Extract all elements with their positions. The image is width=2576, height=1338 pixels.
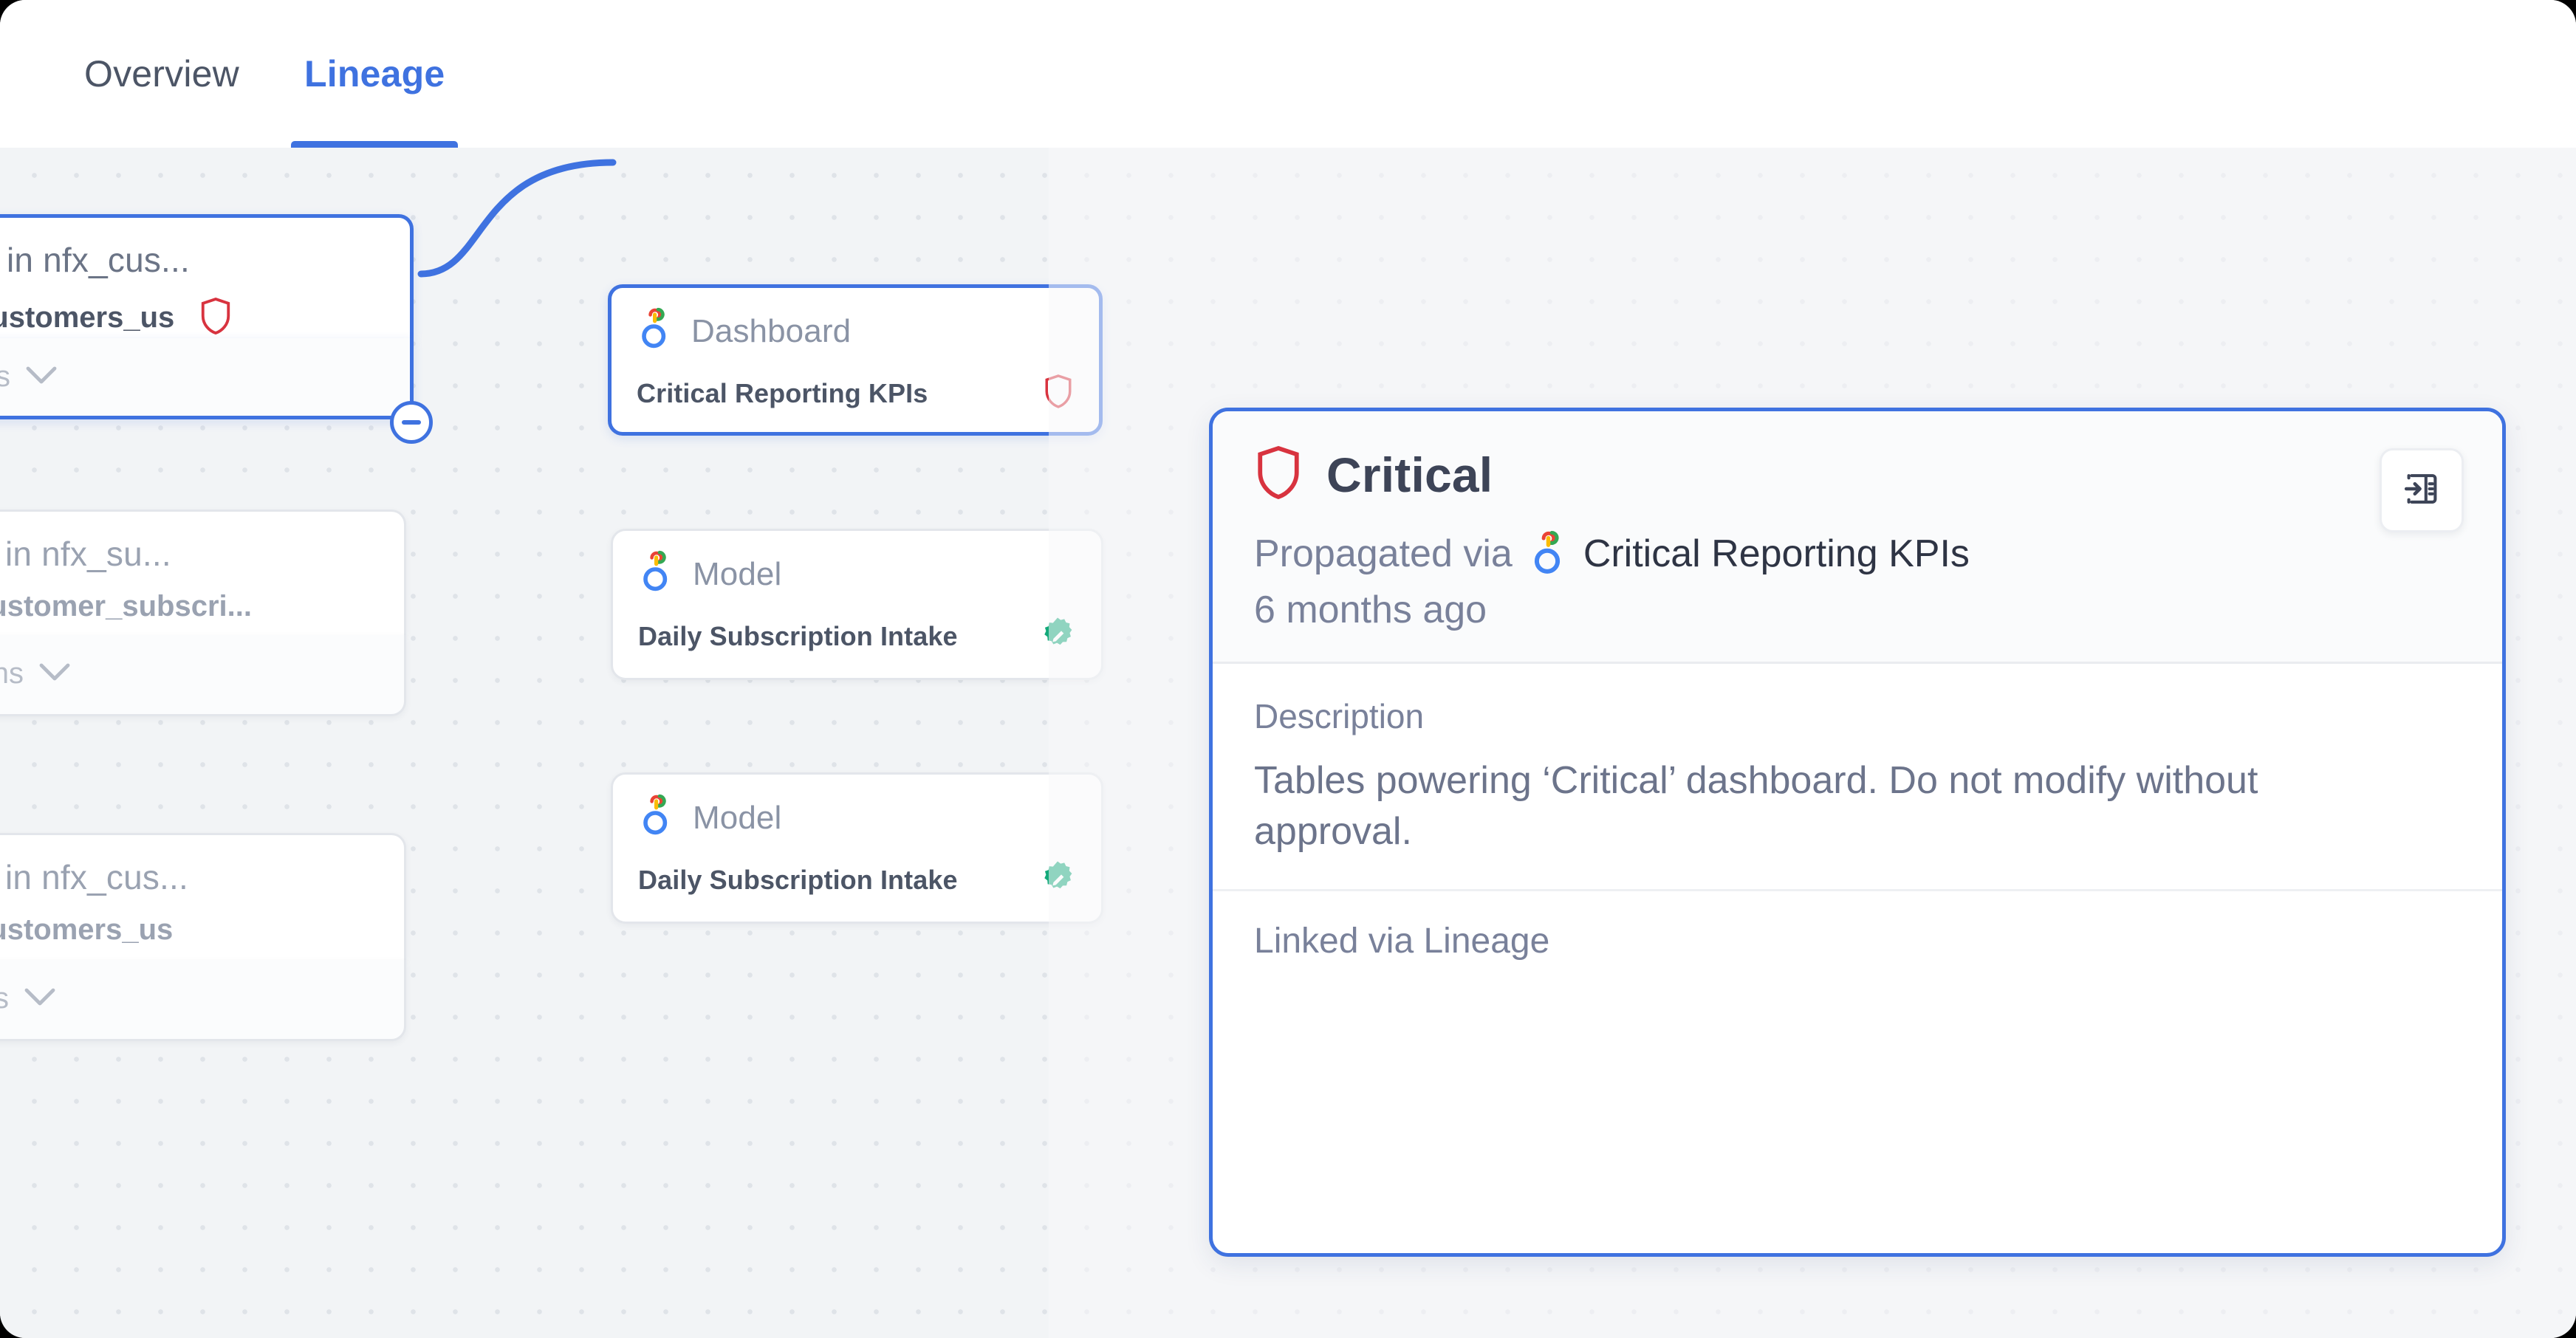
panel-propagated-label: Propagated via <box>1254 532 1513 575</box>
table-node-1-name: flix_customers_us <box>0 301 175 334</box>
panel-propagated-source[interactable]: Critical Reporting KPIs <box>1583 532 1970 576</box>
asset-node-dashboard[interactable]: Dashboard Critical Reporting KPIs <box>608 284 1103 436</box>
table-node-3[interactable]: Table in nfx_cus... flix_customers_us <box>0 833 406 960</box>
asset-node-model-1[interactable]: Model Daily Subscription Intake <box>611 529 1103 680</box>
asset-node-model-2-kind: Model <box>693 799 782 836</box>
asset-node-dashboard-kindrow: Dashboard <box>612 288 1099 355</box>
tab-overview[interactable]: Overview <box>71 0 253 148</box>
collapse-handle-minus[interactable] <box>390 401 433 444</box>
panel-description-label: Description <box>1254 697 1425 735</box>
panel-footer-text: Linked via Lineage <box>1254 922 1550 961</box>
table-node-2-subrow: flix_customer_subscri... <box>0 590 374 623</box>
chevron-down-icon[interactable] <box>25 366 58 388</box>
asset-node-model-2-kindrow: Model <box>613 775 1101 842</box>
asset-node-model-1-namerow: Daily Subscription Intake <box>613 598 1101 656</box>
shield-icon <box>1254 444 1303 505</box>
tab-overview-label: Overview <box>84 53 239 95</box>
table-node-2-name: flix_customer_subscri... <box>0 590 252 622</box>
asset-node-model-2[interactable]: Model Daily Subscription Intake <box>611 772 1103 924</box>
table-node-1-columns-toggle[interactable]: olumns <box>0 338 410 415</box>
asset-node-model-1-name: Daily Subscription Intake <box>638 620 958 651</box>
open-in-panel-icon <box>2400 467 2443 514</box>
shield-icon <box>199 296 233 340</box>
looker-icon <box>638 550 676 598</box>
table-node-2-title: Table in nfx_su... <box>0 535 171 573</box>
asset-node-model-2-name: Daily Subscription Intake <box>638 864 958 895</box>
table-node-1-title: Table in nfx_cus... <box>0 241 191 279</box>
table-node-2-columns-label: columns <box>0 656 24 690</box>
verified-pencil-icon <box>1039 616 1076 656</box>
chevron-down-icon[interactable] <box>38 662 71 685</box>
open-in-panel-button[interactable] <box>2380 448 2464 532</box>
table-node-2-header: Table in nfx_su... flix_customer_subscri… <box>0 512 404 648</box>
panel-description-text: Tables powering ‘Critical’ dashboard. Do… <box>1254 759 2258 853</box>
panel-timestamp: 6 months ago <box>1254 589 1487 631</box>
table-node-1[interactable]: Table in nfx_cus... flix_customers_us <box>0 214 414 338</box>
table-node-3-title: Table in nfx_cus... <box>0 858 189 896</box>
looker-icon <box>638 794 676 842</box>
table-node-3-columns-label: olumns <box>0 981 9 1015</box>
table-node-2-columns-toggle[interactable]: columns <box>0 635 404 712</box>
asset-node-model-1-kind: Model <box>693 555 782 592</box>
asset-node-dashboard-name: Critical Reporting KPIs <box>637 377 928 408</box>
asset-node-dashboard-kind: Dashboard <box>691 312 852 349</box>
panel-propagated-row: Propagated via Critical Reporting KPIs <box>1254 530 2461 577</box>
table-node-3-subrow: flix_customers_us <box>0 913 374 947</box>
panel-footer: Linked via Lineage <box>1213 891 2502 991</box>
panel-title-row: Critical <box>1254 444 2461 505</box>
tab-lineage-label: Lineage <box>304 53 445 95</box>
chevron-down-icon[interactable] <box>24 987 56 1010</box>
minus-icon <box>402 420 421 425</box>
table-node-3-columns-toggle[interactable]: olumns <box>0 960 404 1037</box>
asset-node-model-2-namerow: Daily Subscription Intake <box>613 842 1101 900</box>
table-node-2[interactable]: Table in nfx_su... flix_customer_subscri… <box>0 510 406 635</box>
tab-bar: Overview Lineage <box>0 0 2576 148</box>
looker-icon <box>1529 530 1570 577</box>
table-node-3-name: flix_customers_us <box>0 913 174 946</box>
table-node-2-columns-section[interactable]: columns <box>0 635 406 716</box>
table-node-1-columns-section[interactable]: olumns <box>0 338 414 419</box>
lineage-edge-dashboard <box>417 159 617 278</box>
panel-title: Critical <box>1326 447 1493 502</box>
tab-lineage[interactable]: Lineage <box>290 0 459 148</box>
lineage-app-window: Overview Lineage Table in nfx_cus... fli… <box>0 0 2576 1338</box>
asset-node-model-1-kindrow: Model <box>613 531 1101 598</box>
verified-pencil-icon <box>1039 860 1076 900</box>
table-node-3-columns-section[interactable]: olumns <box>0 960 406 1041</box>
panel-description-section: Description Tables powering ‘Critical’ d… <box>1213 664 2502 892</box>
panel-header: Critical Propagated via Critical Reporti… <box>1213 411 2502 664</box>
shield-icon <box>1043 373 1074 414</box>
asset-node-dashboard-namerow: Critical Reporting KPIs <box>612 355 1099 414</box>
table-node-1-columns-label: olumns <box>0 360 10 393</box>
critical-detail-panel[interactable]: Critical Propagated via Critical Reporti… <box>1209 408 2506 1257</box>
table-node-3-header: Table in nfx_cus... flix_customers_us <box>0 835 404 972</box>
table-node-1-subrow: flix_customers_us <box>0 296 380 340</box>
looker-icon <box>637 307 675 355</box>
